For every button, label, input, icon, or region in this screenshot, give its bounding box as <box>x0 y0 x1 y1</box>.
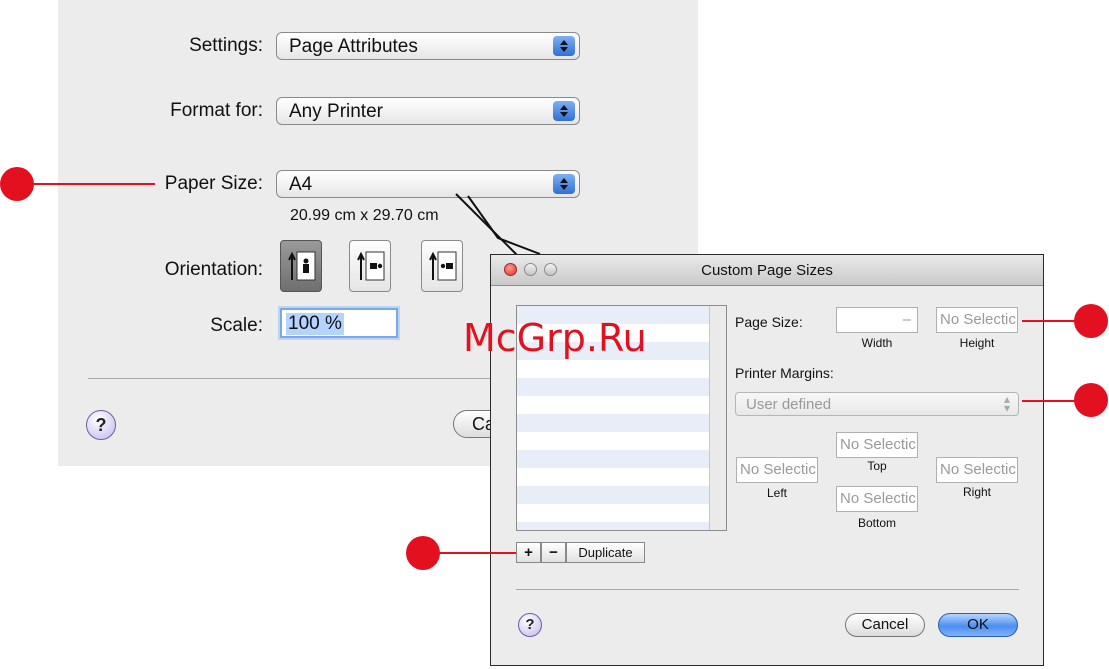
ok-button[interactable]: OK <box>938 613 1018 637</box>
connector-line-left <box>455 193 518 256</box>
callout-line-printer-margins <box>1022 400 1076 402</box>
left-margin-input[interactable]: No Selectic <box>736 457 818 483</box>
callout-dot-paper-size <box>0 167 34 201</box>
top-caption: Top <box>867 459 887 473</box>
watermark-text: McGrp.Ru <box>463 316 647 360</box>
list-buttons: + − Duplicate <box>516 542 645 563</box>
callout-dot-printer-margins <box>1074 383 1108 417</box>
updown-arrows-icon: ▴ ▾ <box>1003 392 1010 415</box>
width-input[interactable]: – <box>836 307 918 333</box>
width-caption: Width <box>861 336 893 350</box>
divider <box>516 589 1019 590</box>
top-margin-input[interactable]: No Selectic <box>836 432 918 458</box>
bottom-caption: Bottom <box>857 516 896 530</box>
right-caption: Right <box>962 485 991 499</box>
help-icon[interactable]: ? <box>518 613 542 637</box>
window-title: Custom Page Sizes <box>701 262 833 279</box>
add-size-button[interactable]: + <box>516 542 541 563</box>
connector-line-right <box>467 195 541 255</box>
duplicate-button[interactable]: Duplicate <box>566 542 645 563</box>
height-caption: Height <box>959 336 995 350</box>
left-caption: Left <box>766 486 787 500</box>
callout-dot-page-size <box>1074 304 1108 338</box>
callout-dot-add-remove <box>406 536 440 570</box>
list-scrollbar[interactable] <box>709 306 726 530</box>
callout-line-page-size <box>1022 320 1076 322</box>
bottom-margin-input[interactable]: No Selectic <box>836 486 918 512</box>
page-size-label: Page Size: <box>735 314 803 330</box>
callout-line-paper-size <box>30 183 155 185</box>
printer-margins-label: Printer Margins: <box>735 365 834 381</box>
remove-size-button[interactable]: − <box>541 542 566 563</box>
printer-margins-popup[interactable]: User defined ▴ ▾ <box>735 392 1019 416</box>
callout-line-add-remove <box>438 552 516 554</box>
cancel-button[interactable]: Cancel <box>845 613 925 637</box>
margins-value: User defined <box>746 396 832 413</box>
titlebar: Custom Page Sizes <box>491 255 1043 286</box>
right-margin-input[interactable]: No Selectic <box>936 457 1018 483</box>
height-input[interactable]: No Selectic <box>936 307 1018 333</box>
